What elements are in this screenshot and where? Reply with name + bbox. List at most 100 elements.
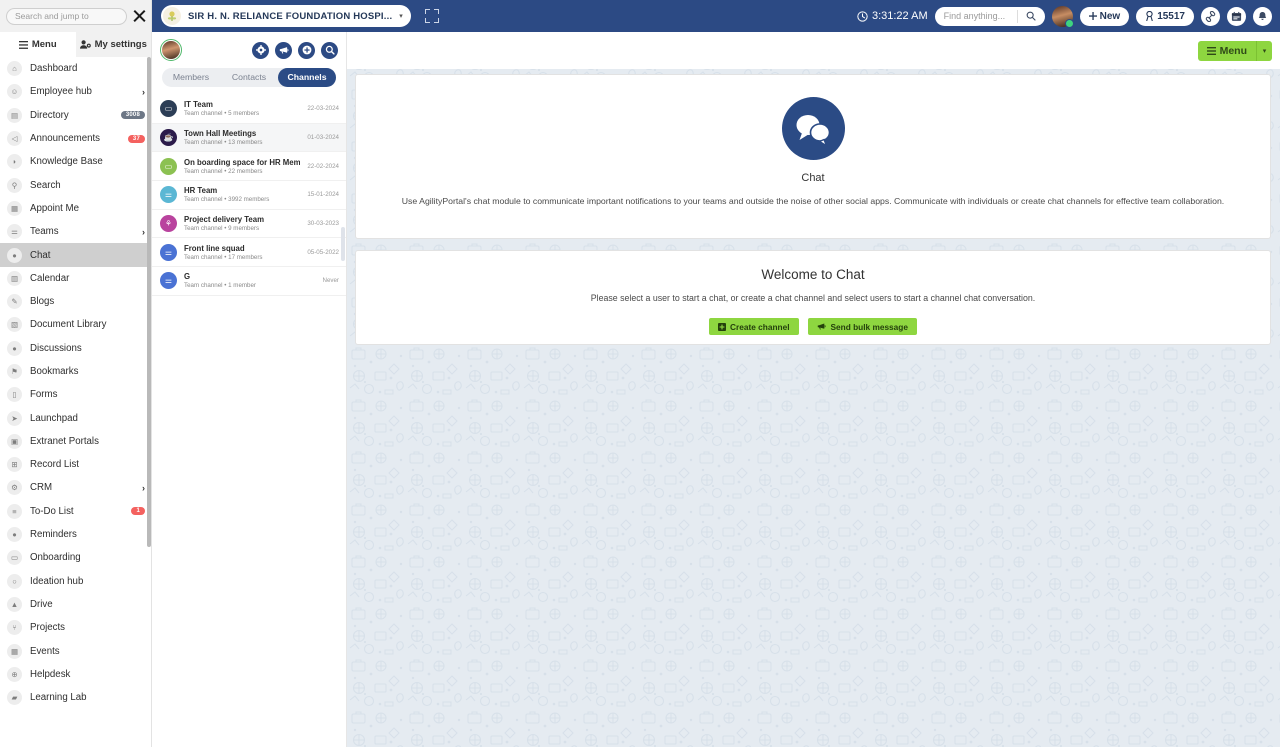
sidebar-item-announcements[interactable]: ◁Announcements37 (0, 127, 151, 150)
sidebar-item-helpdesk[interactable]: ⊕Helpdesk (0, 663, 151, 686)
send-bulk-message-button[interactable]: Send bulk message (808, 318, 917, 335)
create-channel-button[interactable]: Create channel (709, 318, 798, 335)
chat-panel-actions (252, 42, 338, 59)
calendar-icon[interactable] (1227, 7, 1246, 26)
search-and-jump-input[interactable] (6, 8, 127, 25)
sidebar-item-teams[interactable]: ⚌Teams› (0, 220, 151, 243)
chat-info-card: Chat Use AgilityPortal's chat module to … (355, 74, 1271, 239)
chevron-down-icon: ▾ (399, 12, 403, 20)
fullscreen-icon[interactable] (425, 9, 439, 23)
sidebar-item-to-do-list[interactable]: ≡To-Do List1 (0, 500, 151, 523)
sidebar-item-label: Dashboard (30, 63, 77, 74)
sidebar-item-label: Calendar (30, 273, 69, 284)
sidebar-item-search[interactable]: ⚲Search (0, 173, 151, 196)
sidebar-item-appoint-me[interactable]: ▦Appoint Me (0, 197, 151, 220)
menu-button[interactable]: Menu (1198, 41, 1256, 61)
sidebar-item-ideation-hub[interactable]: ○Ideation hub (0, 570, 151, 593)
channel-name: Town Hall Meetings (184, 129, 300, 138)
book-icon: ◗ (7, 154, 22, 169)
tab-members[interactable]: Members (162, 68, 220, 87)
sidebar-item-learning-lab[interactable]: ▰Learning Lab (0, 686, 151, 709)
sidebar-item-drive[interactable]: ▲Drive (0, 593, 151, 616)
clock-icon (857, 11, 868, 22)
clipboard-icon: ▯ (7, 387, 22, 402)
clock-display: 3:31:22 AM (857, 10, 928, 22)
close-icon[interactable] (131, 8, 147, 24)
channel-list-item[interactable]: ⚌GTeam channel • 1 memberNever (152, 267, 346, 296)
channel-list-item[interactable]: ▭On boarding space for HR MembeTeam chan… (152, 152, 346, 181)
sidebar-item-chat[interactable]: ●Chat (0, 243, 151, 266)
sidebar-item-bookmarks[interactable]: ⚑Bookmarks (0, 360, 151, 383)
sidebar-item-label: Document Library (30, 319, 106, 330)
tab-menu[interactable]: Menu (0, 32, 76, 57)
megaphone-icon[interactable] (275, 42, 292, 59)
channel-meta: Team channel • 13 members (184, 139, 300, 146)
sidebar-item-projects[interactable]: ⑂Projects (0, 616, 151, 639)
avatar[interactable] (160, 39, 182, 61)
channel-list-item[interactable]: ⚌Front line squadTeam channel • 17 membe… (152, 238, 346, 267)
laptop-icon: ▭ (160, 158, 177, 175)
welcome-subtitle: Please select a user to start a chat, or… (591, 293, 1036, 303)
channel-list-item[interactable]: ⚘Project delivery TeamTeam channel • 9 m… (152, 210, 346, 239)
sidebar-scrollbar[interactable] (147, 57, 151, 547)
sidebar-item-dashboard[interactable]: ⌂Dashboard (0, 57, 151, 80)
chevron-right-icon: › (142, 227, 145, 237)
channel-text-group: HR TeamTeam channel • 3992 members (184, 186, 300, 203)
channel-list-item[interactable]: ▭IT TeamTeam channel • 5 members22-03-20… (152, 95, 346, 124)
sidebar-item-onboarding[interactable]: ▭Onboarding (0, 546, 151, 569)
sidebar-nav-list: ⌂Dashboard☺Employee hub›▤Directory3008◁A… (0, 57, 151, 747)
sidebar-item-label: Search (30, 180, 61, 191)
sidebar-item-label: Ideation hub (30, 576, 83, 587)
link-icon[interactable] (1201, 7, 1220, 26)
menu-dropdown-caret[interactable]: ▾ (1256, 41, 1272, 61)
sidebar-item-knowledge-base[interactable]: ◗Knowledge Base (0, 150, 151, 173)
points-badge[interactable]: 15517 (1136, 7, 1194, 26)
sidebar-item-employee-hub[interactable]: ☺Employee hub› (0, 80, 151, 103)
menu-button-label: Menu (1220, 45, 1247, 57)
channel-name: Project delivery Team (184, 215, 300, 224)
channel-list-scrollbar[interactable] (341, 227, 345, 261)
new-button[interactable]: New (1080, 7, 1130, 26)
channel-list-item[interactable]: ☕ Town Hall MeetingsTeam channel • 13 mem… (152, 124, 346, 153)
tab-contacts[interactable]: Contacts (220, 68, 278, 87)
sidebar-item-reminders[interactable]: ●Reminders (0, 523, 151, 546)
sidebar-item-events[interactable]: ▦Events (0, 639, 151, 662)
sidebar-item-blogs[interactable]: ✎Blogs (0, 290, 151, 313)
avatar[interactable] (1052, 6, 1073, 27)
sidebar-item-forms[interactable]: ▯Forms (0, 383, 151, 406)
sidebar-item-crm[interactable]: ⚙CRM› (0, 476, 151, 499)
bookmark-icon: ⚑ (7, 364, 22, 379)
channel-list-item[interactable]: ⚌HR TeamTeam channel • 3992 members15-01… (152, 181, 346, 210)
sidebar-item-label: Employee hub (30, 86, 92, 97)
welcome-card: Welcome to Chat Please select a user to … (355, 250, 1271, 345)
sidebar-item-discussions[interactable]: ●Discussions (0, 337, 151, 360)
sidebar-item-label: Helpdesk (30, 669, 70, 680)
sidebar-item-launchpad[interactable]: ➤Launchpad (0, 406, 151, 429)
sidebar-item-document-library[interactable]: ▧Document Library (0, 313, 151, 336)
tab-channels[interactable]: Channels (278, 68, 336, 87)
gear-icon[interactable] (252, 42, 269, 59)
search-icon[interactable] (1018, 11, 1044, 21)
sidebar-item-directory[interactable]: ▤Directory3008 (0, 104, 151, 127)
channel-text-group: Front line squadTeam channel • 17 member… (184, 244, 300, 261)
find-anything-input[interactable] (935, 11, 1017, 21)
tab-my-settings[interactable]: My settings (76, 32, 152, 57)
channel-date: 22-03-2024 (307, 105, 339, 112)
sidebar-item-record-list[interactable]: ⊞Record List (0, 453, 151, 476)
hamburger-icon (1207, 47, 1216, 55)
channel-meta: Team channel • 1 member (184, 282, 315, 289)
channel-list: ▭IT TeamTeam channel • 5 members22-03-20… (152, 95, 346, 296)
plus-circle-icon[interactable] (298, 42, 315, 59)
search-icon[interactable] (321, 42, 338, 59)
award-icon (1145, 11, 1154, 21)
plus-icon (1089, 12, 1097, 20)
organization-selector[interactable]: SIR H. N. RELIANCE FOUNDATION HOSPI... ▾ (161, 5, 411, 27)
bell-icon[interactable] (1253, 7, 1272, 26)
list-icon: ≡ (7, 504, 22, 519)
channel-meta: Team channel • 5 members (184, 110, 300, 117)
laptop-icon: ▭ (160, 100, 177, 117)
sidebar-item-calendar[interactable]: ▥Calendar (0, 267, 151, 290)
plus-square-icon (718, 323, 726, 331)
sidebar-item-extranet-portals[interactable]: ▣Extranet Portals (0, 430, 151, 453)
coffee-icon: ☕ (160, 129, 177, 146)
